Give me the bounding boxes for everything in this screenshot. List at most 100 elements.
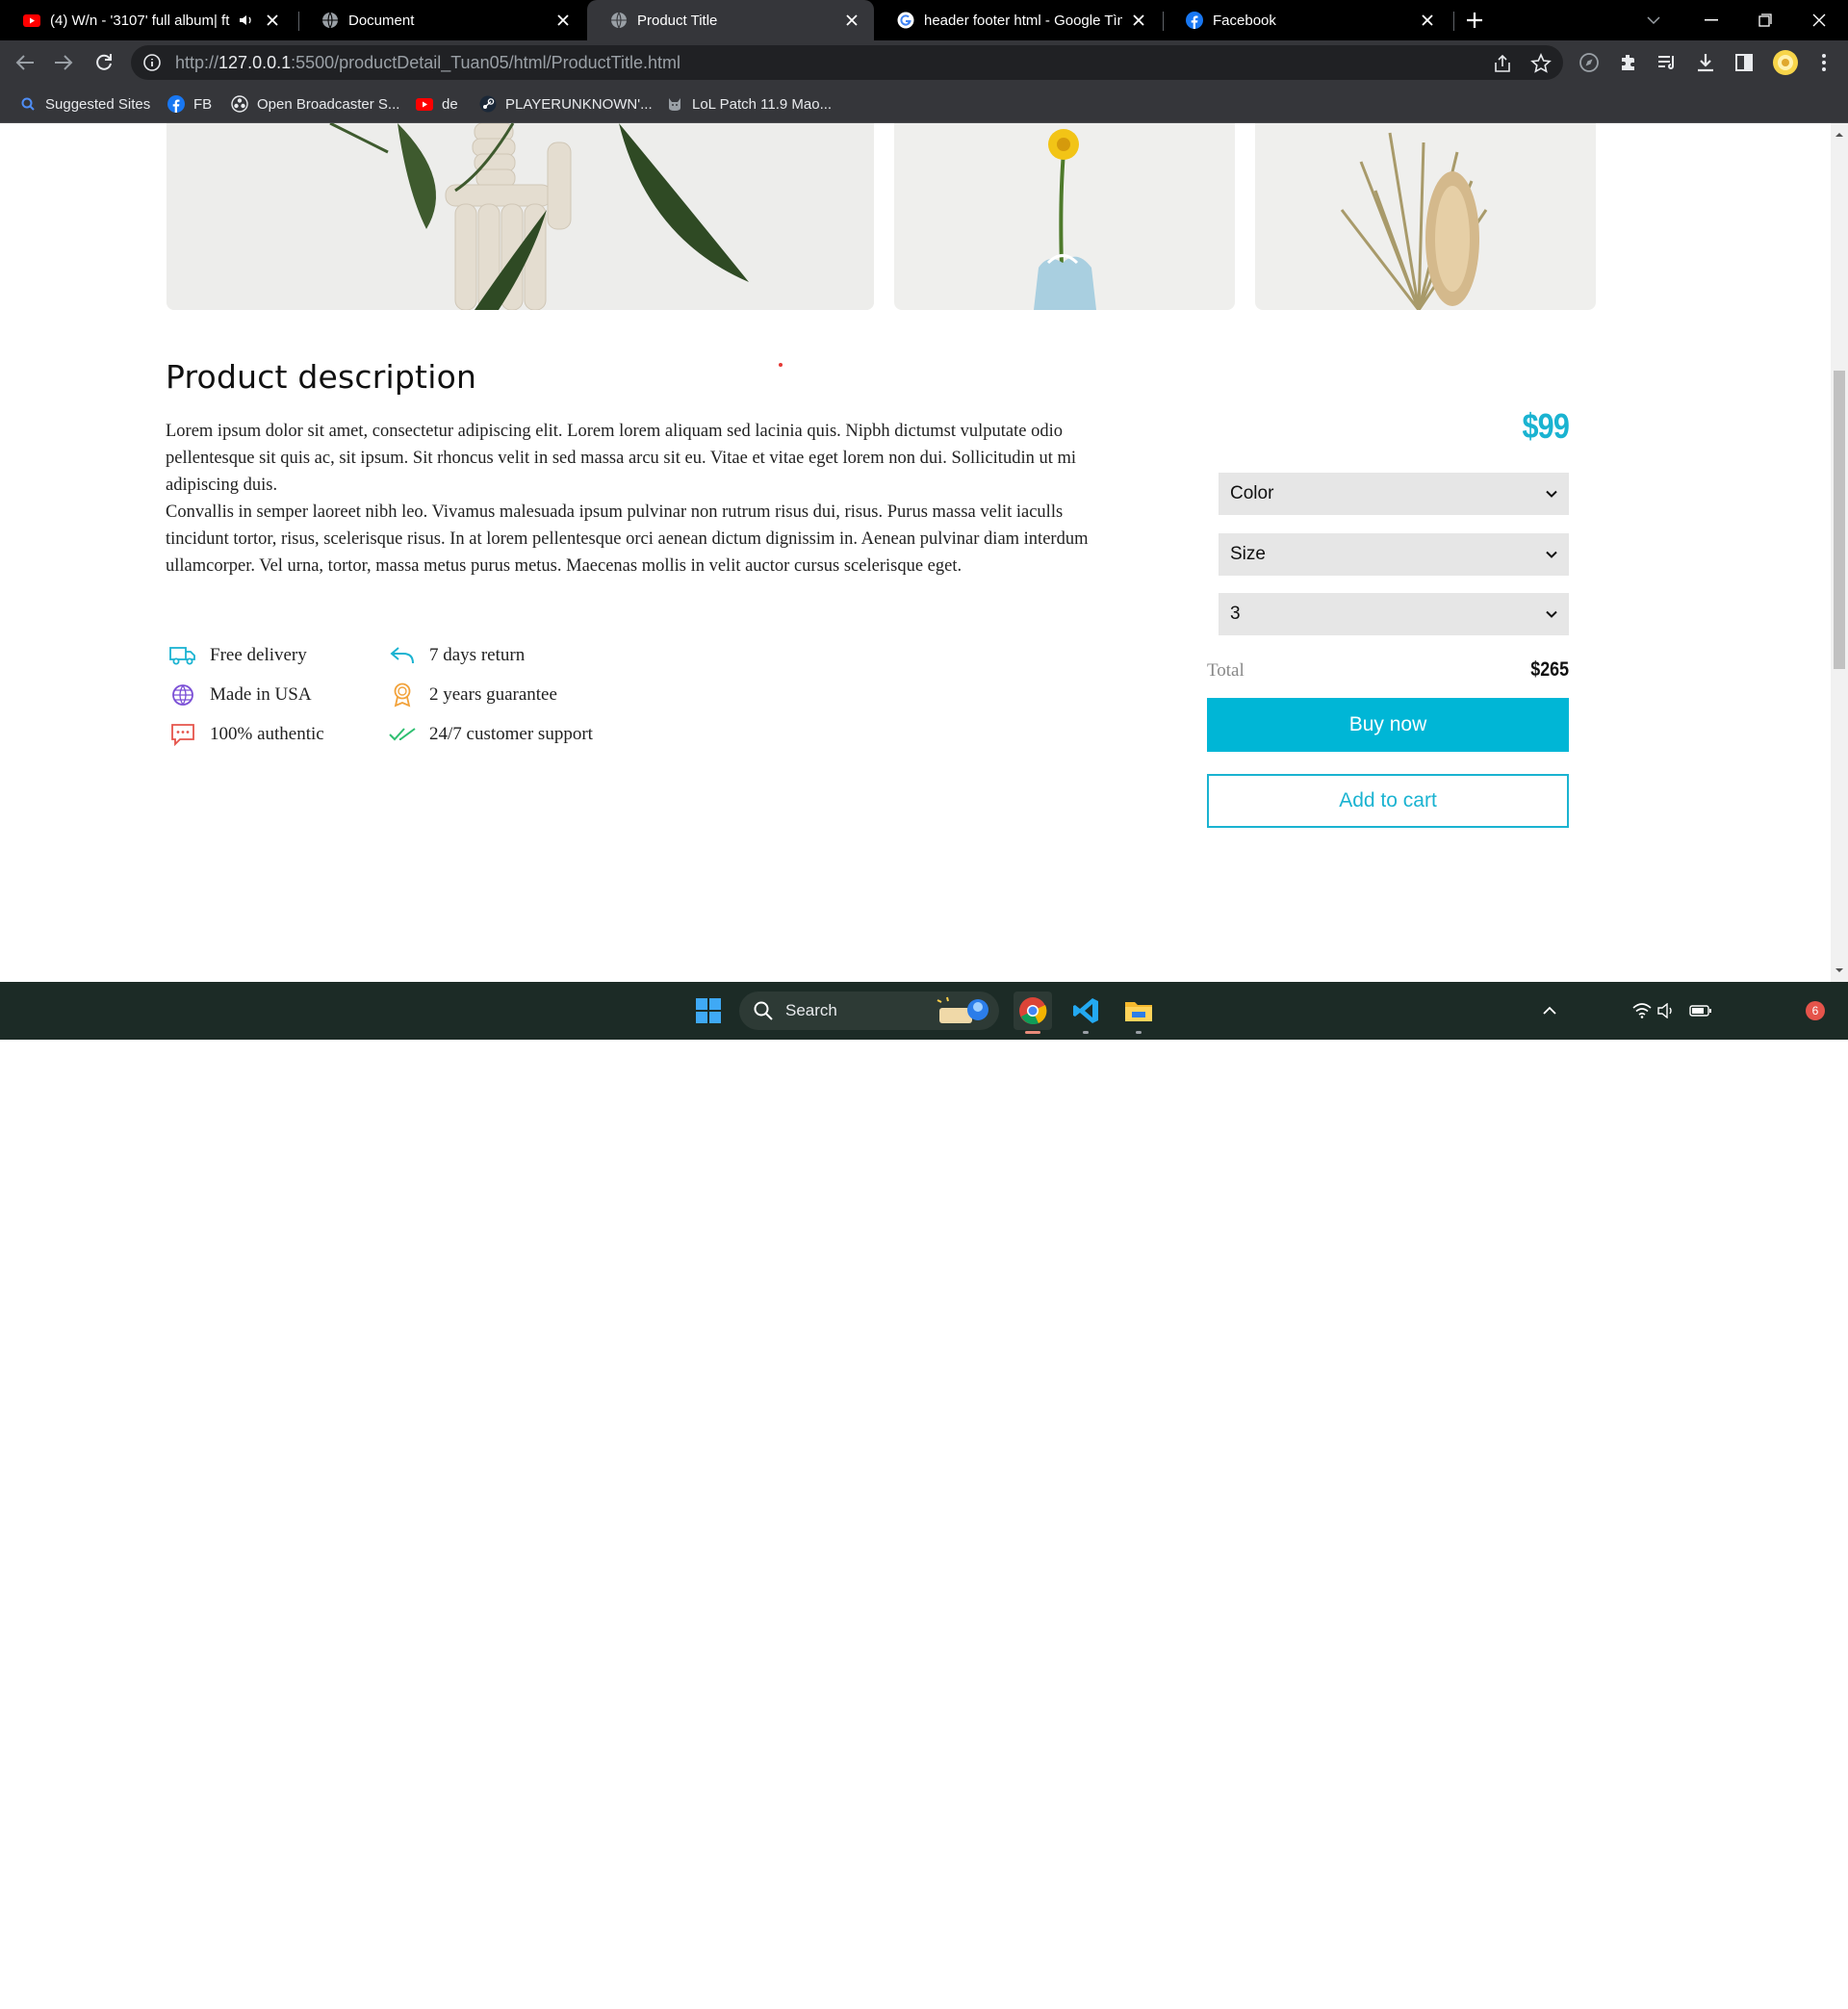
- chevron-up-icon: [1543, 1006, 1556, 1015]
- close-tab-icon[interactable]: [843, 12, 860, 29]
- truck-icon: [169, 643, 196, 668]
- windows-logo-icon: [696, 998, 721, 1023]
- feature-made-in-usa: Made in USA: [169, 683, 312, 708]
- obs-icon: [231, 95, 248, 113]
- star-icon[interactable]: [1530, 53, 1552, 74]
- taskbar-chrome[interactable]: [1014, 992, 1052, 1034]
- bookmark-pubg[interactable]: PLAYERUNKNOWN'...: [479, 94, 653, 114]
- award-icon: [389, 683, 416, 708]
- taskbar-search[interactable]: Search: [739, 992, 999, 1030]
- feature-100-authentic: 100% authentic: [169, 722, 324, 747]
- volume-icon[interactable]: [1656, 992, 1679, 1030]
- feature-free-delivery: Free delivery: [169, 643, 307, 668]
- close-window-button[interactable]: [1792, 0, 1846, 40]
- close-tab-icon[interactable]: [554, 12, 572, 29]
- forward-button[interactable]: [50, 49, 77, 76]
- facebook-icon: [167, 95, 185, 113]
- total-value: $265: [1530, 658, 1569, 681]
- profile-avatar[interactable]: [1772, 49, 1799, 76]
- scroll-down-icon: [1835, 968, 1843, 972]
- chevron-down-icon: [1546, 490, 1557, 498]
- bookmark-obs[interactable]: Open Broadcaster S...: [231, 94, 399, 114]
- kebab-menu-icon[interactable]: [1813, 52, 1835, 73]
- tab-product-title[interactable]: Product Title: [587, 0, 874, 40]
- product-image-flower[interactable]: [894, 123, 1235, 310]
- buy-now-button[interactable]: Buy now: [1207, 698, 1569, 752]
- taskbar-file-explorer[interactable]: [1119, 992, 1158, 1034]
- download-icon[interactable]: [1695, 52, 1716, 73]
- battery-icon[interactable]: [1688, 992, 1713, 1030]
- share-icon[interactable]: [1492, 53, 1513, 74]
- double-check-icon: [389, 722, 416, 747]
- description-text: Lorem ipsum dolor sit amet, consectetur …: [166, 418, 1109, 580]
- page-viewport: Product description Lorem ipsum dolor si…: [0, 123, 1831, 982]
- new-tab-button[interactable]: [1463, 9, 1486, 32]
- reload-icon: [96, 54, 112, 70]
- bookmark-fb[interactable]: FB: [167, 94, 212, 114]
- clock-date[interactable]: 3/22/2023: [1729, 1994, 1798, 2009]
- browser-toolbar: http://127.0.0.1:5500/productDetail_Tuan…: [0, 40, 1848, 85]
- chevron-down-icon: [1647, 16, 1660, 25]
- minimize-button[interactable]: [1684, 0, 1738, 40]
- close-tab-icon[interactable]: [264, 12, 281, 29]
- tab-facebook[interactable]: Facebook: [1163, 0, 1450, 40]
- close-tab-icon[interactable]: [1419, 12, 1436, 29]
- feature-2-years-guarantee: 2 years guarantee: [389, 683, 557, 708]
- globe-icon: [321, 12, 339, 29]
- media-control-icon[interactable]: [1656, 52, 1678, 73]
- product-image-banksia[interactable]: [1255, 123, 1596, 310]
- start-button[interactable]: [689, 992, 728, 1030]
- tab-google[interactable]: header footer html - Google Tìm: [874, 0, 1161, 40]
- plus-icon: [1467, 13, 1482, 28]
- folder-icon: [1125, 1002, 1152, 1021]
- wifi-icon[interactable]: [1630, 992, 1654, 1030]
- arrow-left-icon: [15, 55, 34, 70]
- tab-document[interactable]: Document: [298, 0, 585, 40]
- chat-dots-icon: [169, 722, 196, 747]
- youtube-icon: [23, 12, 40, 29]
- side-panel-icon[interactable]: [1733, 52, 1755, 73]
- chevron-down-icon: [1546, 551, 1557, 558]
- tab-search-button[interactable]: [1627, 0, 1681, 40]
- quantity-select[interactable]: 3: [1219, 593, 1569, 635]
- scroll-up-icon: [1835, 133, 1843, 137]
- chrome-icon: [1019, 997, 1047, 1025]
- product-image-main[interactable]: [167, 123, 874, 310]
- add-to-cart-button[interactable]: Add to cart: [1207, 774, 1569, 828]
- vscode-icon: [1073, 998, 1098, 1023]
- notification-badge[interactable]: 6: [1806, 1001, 1825, 1020]
- clock-time[interactable]: 9:38 PM: [1740, 1975, 1798, 1991]
- taskbar-vscode[interactable]: [1066, 992, 1105, 1034]
- scrollbar-thumb[interactable]: [1834, 371, 1845, 669]
- speaker-icon[interactable]: [239, 12, 256, 29]
- size-select[interactable]: Size: [1219, 533, 1569, 576]
- color-select[interactable]: Color: [1219, 473, 1569, 515]
- arrow-right-icon: [55, 55, 73, 70]
- restore-button[interactable]: [1738, 0, 1792, 40]
- close-tab-icon[interactable]: [1130, 12, 1147, 29]
- url-text: http://127.0.0.1:5500/productDetail_Tuan…: [175, 52, 680, 72]
- info-icon[interactable]: [142, 53, 162, 72]
- globe-icon: [169, 683, 196, 708]
- youtube-icon: [416, 95, 433, 113]
- search-icon: [754, 1001, 773, 1020]
- description-paragraph: Convallis in semper laoreet nibh leo. Vi…: [166, 502, 1089, 576]
- page-scrollbar[interactable]: [1831, 123, 1848, 982]
- product-price: $99: [1522, 406, 1569, 446]
- bookmark-de[interactable]: de: [416, 94, 458, 114]
- tab-youtube[interactable]: (4) W/n - '3107' full album| ft: [0, 0, 295, 40]
- cat-icon: [666, 95, 683, 113]
- reload-button[interactable]: [90, 49, 117, 76]
- google-icon: [897, 12, 914, 29]
- compass-icon[interactable]: [1578, 52, 1600, 73]
- show-hidden-icons-button[interactable]: [1530, 992, 1569, 1030]
- language-indicator[interactable]: ENG: [1584, 1984, 1616, 2000]
- cursor-dot: [779, 363, 783, 367]
- extensions-icon[interactable]: [1618, 52, 1639, 73]
- windows-taskbar: Search ENG 9:38 PM 3/22/2023: [0, 982, 1848, 2009]
- address-bar[interactable]: http://127.0.0.1:5500/productDetail_Tuan…: [131, 45, 1563, 80]
- back-button[interactable]: [12, 49, 38, 76]
- chevron-down-icon: [1546, 610, 1557, 618]
- bookmark-lol-patch[interactable]: LoL Patch 11.9 Mao...: [666, 94, 832, 114]
- bookmark-suggested-sites[interactable]: Suggested Sites: [19, 94, 150, 114]
